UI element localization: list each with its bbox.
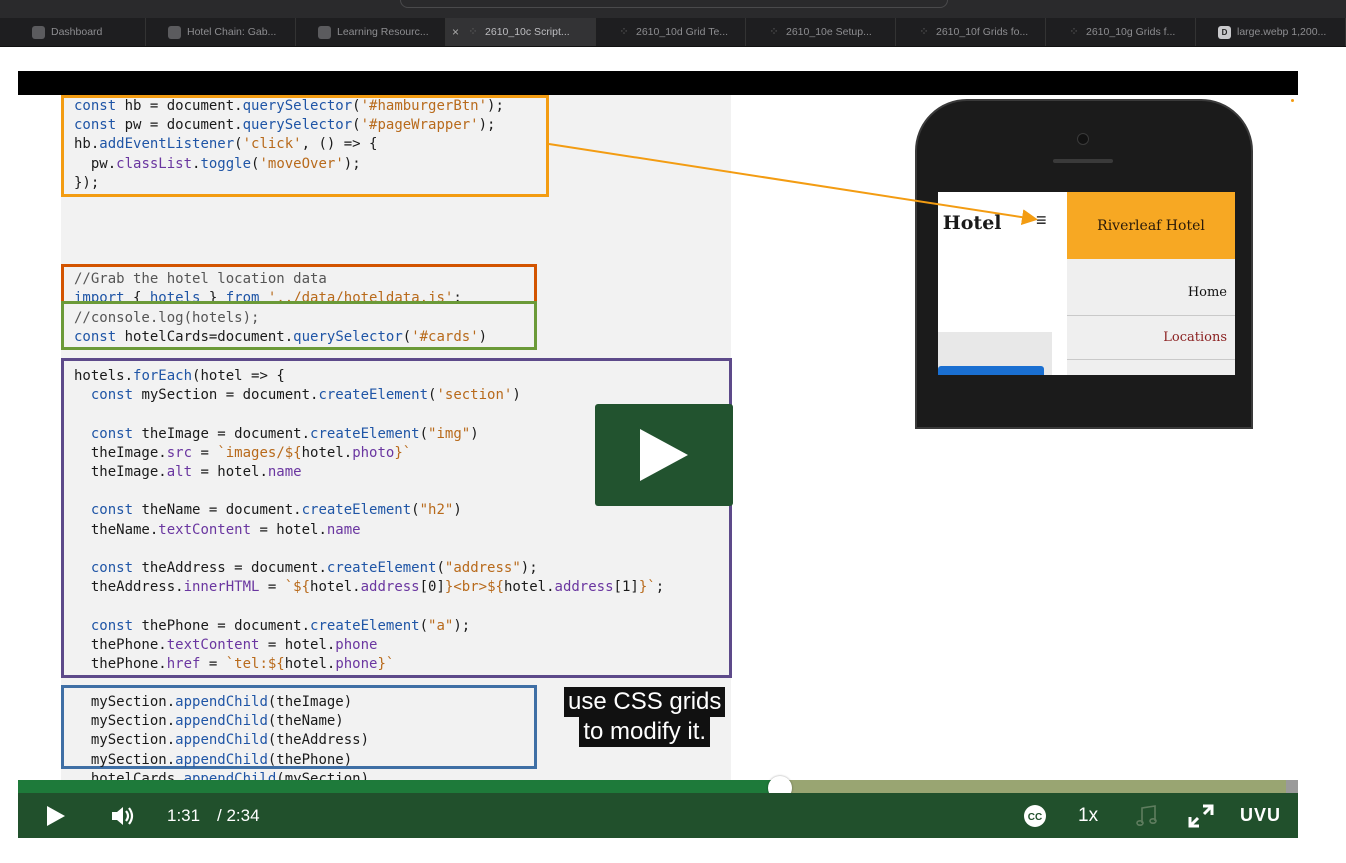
code-block-hamburger: const hb = document.querySelector('#hamb…	[74, 98, 504, 191]
code-block-append: mySection.appendChild(theImage) mySectio…	[74, 694, 370, 787]
loading-spinner-icon: ⁘	[769, 26, 779, 38]
current-time-label: 1:31	[167, 805, 201, 825]
play-button[interactable]	[46, 793, 66, 838]
video-caption: use CSS grids to modify it.	[564, 687, 726, 747]
menu-divider	[1067, 359, 1235, 360]
phone-power-button	[1061, 99, 1191, 101]
code-box-append: mySection.appendChild(theImage) mySectio…	[61, 685, 537, 787]
browser-tab[interactable]: Learning Resourc...	[296, 18, 446, 46]
player-top-bar	[18, 71, 1298, 95]
tab-label: Hotel Chain: Gab...	[187, 26, 277, 38]
caption-line-1: use CSS grids	[564, 687, 726, 717]
tab-label: 2610_10d Grid Te...	[636, 26, 729, 38]
tab-label: 2610_10c Script...	[485, 26, 570, 38]
play-icon	[640, 429, 688, 481]
tab-label: Learning Resourc...	[337, 26, 429, 38]
progress-played	[18, 780, 780, 793]
menu-item-home: Home	[1187, 285, 1227, 300]
canvas-icon	[168, 25, 181, 39]
captions-button[interactable]: CC	[1022, 793, 1048, 838]
tab-bar: Dashboard Hotel Chain: Gab... Learning Res…	[0, 18, 1346, 47]
duration: / 2:34	[217, 793, 260, 838]
loading-spinner-icon: ⁘	[619, 26, 629, 38]
menu-divider	[1067, 315, 1235, 316]
play-icon	[47, 805, 65, 826]
browser-tab[interactable]: ⁘ 2610_10d Grid Te...	[596, 18, 746, 46]
browser-tab[interactable]: Hotel Chain: Gab...	[146, 18, 296, 46]
tab-label: 2610_10f Grids fo...	[936, 26, 1029, 38]
volume-icon	[112, 806, 134, 825]
code-box-hamburger: const hb = document.querySelector('#hamb…	[61, 95, 549, 197]
duration-label: / 2:34	[217, 805, 260, 825]
brand-label: UVU	[1240, 805, 1282, 825]
phone-camera-icon	[1077, 133, 1089, 145]
slide-menu: Home Locations	[1067, 259, 1235, 375]
slide-marker-dot	[1291, 99, 1294, 102]
progress-bar[interactable]	[18, 780, 1298, 793]
music-note-icon	[1136, 804, 1157, 826]
code-box-import: //Grab the hotel location data import { …	[61, 264, 537, 306]
d-badge-icon: D	[1218, 25, 1231, 39]
play-overlay-button[interactable]	[595, 404, 733, 506]
phone-speaker	[1053, 159, 1113, 163]
tab-close-icon[interactable]: ×	[452, 25, 459, 39]
progress-buffer-end	[1286, 780, 1298, 793]
browser-tab[interactable]: ⁘ 2610_10g Grids f...	[1046, 18, 1196, 46]
caption-line-2: to modify it.	[579, 717, 711, 747]
current-time: 1:31	[167, 793, 200, 838]
browser-title-bar	[0, 0, 1346, 18]
canvas-icon	[318, 25, 331, 39]
loading-spinner-icon: ⁘	[919, 26, 929, 38]
browser-tab[interactable]: ⁘ 2610_10f Grids fo...	[896, 18, 1046, 46]
hotel-site-title: f Hotel	[938, 212, 1002, 234]
browser-tab[interactable]: Dlarge.webp 1,200...	[1196, 18, 1346, 46]
loading-spinner-icon: ⁘	[468, 26, 478, 38]
audio-track-button[interactable]	[1136, 793, 1158, 838]
browser-tab[interactable]: × ⁘ 2610_10c Script...	[446, 18, 596, 46]
playback-speed-button[interactable]: 1x	[1078, 793, 1098, 838]
tab-label: large.webp 1,200...	[1237, 26, 1327, 38]
site-image-strip	[938, 366, 1044, 375]
browser-tab[interactable]: Dashboard	[0, 18, 146, 46]
code-box-cards: //console.log(hotels); const hotelCards=…	[61, 301, 537, 350]
phone-mockup: f Hotel ≡ Riverleaf Hotel Home Locations	[915, 99, 1255, 429]
uvu-logo[interactable]: UVU	[1240, 793, 1281, 838]
fullscreen-icon	[1188, 804, 1214, 827]
hamburger-icon: ≡	[1036, 210, 1047, 230]
playback-speed-label: 1x	[1078, 804, 1099, 826]
player-controls: 1:31 / 2:34 CC 1x UVU	[18, 793, 1298, 838]
code-block-cards: //console.log(hotels); const hotelCards=…	[74, 310, 488, 346]
cc-icon: CC	[1024, 804, 1046, 827]
tab-label: 2610_10g Grids f...	[1086, 26, 1176, 38]
volume-button[interactable]	[110, 793, 136, 838]
address-bar[interactable]	[400, 0, 948, 8]
cc-label: CC	[1028, 812, 1042, 823]
phone-screen: f Hotel ≡ Riverleaf Hotel Home Locations	[938, 192, 1235, 375]
fullscreen-button[interactable]	[1188, 793, 1214, 838]
code-block-foreach: hotels.forEach(hotel => { const mySectio…	[74, 368, 665, 673]
canvas-icon	[32, 25, 45, 39]
browser-tab[interactable]: ⁘ 2610_10e Setup...	[746, 18, 896, 46]
video-player[interactable]: const hb = document.querySelector('#hamb…	[18, 71, 1298, 838]
slide-menu-header: Riverleaf Hotel	[1067, 192, 1235, 259]
tab-label: Dashboard	[51, 26, 103, 38]
menu-item-locations: Locations	[1163, 330, 1227, 345]
loading-spinner-icon: ⁘	[1069, 26, 1079, 38]
tab-label: 2610_10e Setup...	[786, 26, 872, 38]
